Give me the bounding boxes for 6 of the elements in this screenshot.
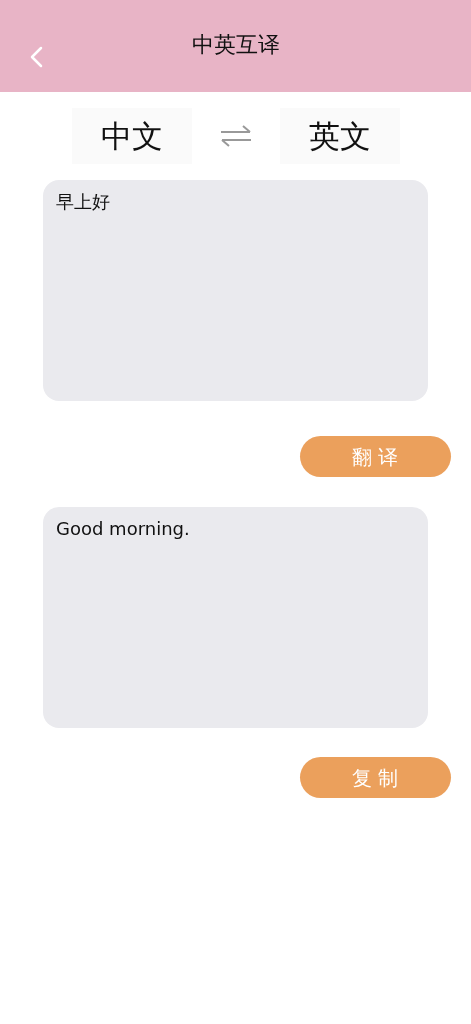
source-language[interactable]: 中文	[71, 108, 192, 164]
swap-icon[interactable]	[219, 124, 252, 148]
input-field[interactable]: 早上好	[43, 180, 428, 401]
output-text: Good morning.	[43, 507, 428, 728]
page-title: 中英互译	[191, 31, 280, 59]
target-language[interactable]: 英文	[279, 108, 400, 164]
